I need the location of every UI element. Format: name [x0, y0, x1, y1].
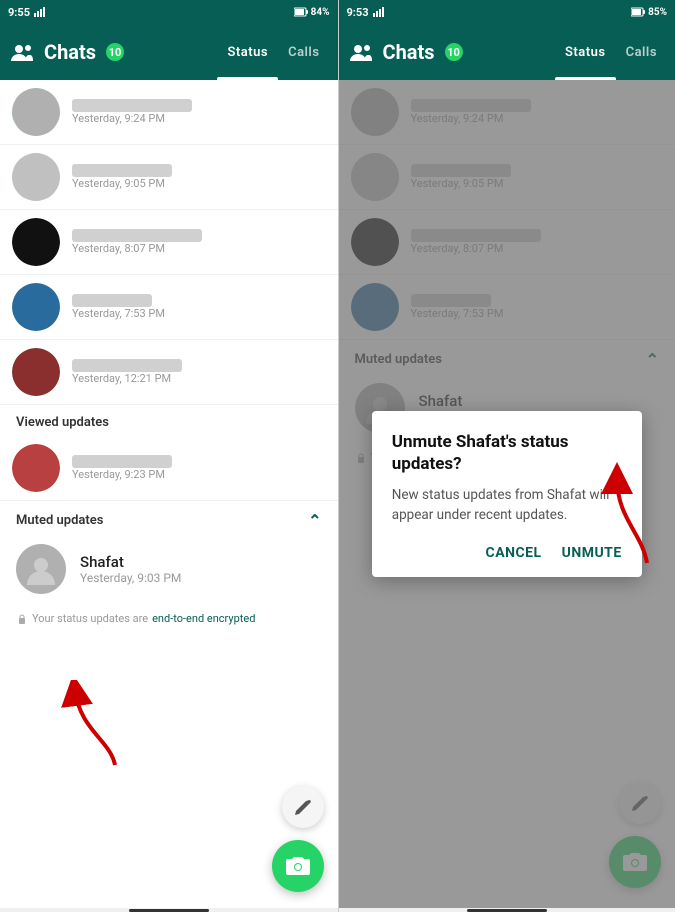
time-right: 9:53 [347, 6, 369, 19]
left-fab-container [272, 786, 324, 892]
avatar [12, 444, 60, 492]
contacts-icon-left[interactable] [8, 38, 36, 66]
avatar [12, 88, 60, 136]
pencil-fab[interactable] [282, 786, 324, 828]
dialog-body: New status updates from Shafat will appe… [392, 485, 622, 526]
list-item[interactable]: Yesterday, 9:23 PM [0, 436, 338, 501]
chevron-up-icon[interactable]: ⌃ [308, 511, 321, 530]
left-tab-status[interactable]: Status [217, 24, 278, 80]
signal-icon-left [34, 7, 46, 17]
status-bar-right-right: 85% [631, 7, 667, 18]
chat-time: Yesterday, 9:05 PM [72, 177, 326, 190]
chat-time: Yesterday, 9:23 PM [72, 468, 326, 481]
unmute-dialog: Unmute Shafat's status updates? New stat… [372, 411, 642, 578]
battery-pct-left: 84% [311, 7, 330, 18]
viewed-updates-header: Viewed updates [0, 405, 338, 436]
left-tab-calls[interactable]: Calls [278, 24, 329, 80]
chat-time: Yesterday, 7:53 PM [72, 307, 326, 320]
nav-bar-indicator-right [467, 909, 547, 912]
chat-time: Yesterday, 8:07 PM [72, 242, 326, 255]
battery-icon-left [294, 7, 308, 17]
chat-name-bar [72, 99, 192, 112]
left-app-tabs: Status Calls [217, 24, 329, 80]
footer-text: Your status updates are [32, 612, 148, 625]
muted-name: Shafat [80, 553, 322, 571]
muted-time: Yesterday, 9:03 PM [80, 571, 322, 585]
left-chats-badge: 10 [106, 43, 124, 61]
avatar [12, 348, 60, 396]
left-panel: 9:55 84% Chats 10 Status Calls Yesterday… [0, 0, 338, 912]
unmute-button[interactable]: Unmute [562, 541, 622, 565]
right-app-bar: Chats 10 Status Calls [339, 24, 675, 80]
right-chats-badge: 10 [445, 43, 463, 61]
list-item[interactable]: Yesterday, 7:53 PM [0, 275, 338, 340]
right-panel: 9:53 85% Chats 10 Status Calls Yesterday… [338, 0, 675, 912]
muted-updates-header[interactable]: Muted updates ⌃ [0, 501, 338, 536]
muted-updates-label: Muted updates [16, 513, 103, 528]
right-nav-line [339, 908, 675, 912]
right-app-title: Chats [383, 40, 435, 64]
lock-icon [16, 613, 28, 625]
status-bar-left: 9:55 [8, 6, 46, 19]
chat-name-bar [72, 455, 172, 468]
time-left: 9:55 [8, 6, 30, 19]
right-status-bar: 9:53 85% [339, 0, 675, 24]
status-bar-left-right: 9:53 [347, 6, 385, 19]
chat-time: Yesterday, 9:24 PM [72, 112, 326, 125]
list-item[interactable]: Yesterday, 12:21 PM [0, 340, 338, 405]
dialog-actions: Cancel Unmute [392, 541, 622, 565]
viewed-updates-label: Viewed updates [16, 415, 109, 430]
avatar [12, 153, 60, 201]
chat-name-bar [72, 164, 172, 177]
dialog-overlay: Unmute Shafat's status updates? New stat… [339, 80, 675, 908]
list-item[interactable]: Yesterday, 9:24 PM [0, 80, 338, 145]
contacts-icon-right[interactable] [347, 38, 375, 66]
footer-link[interactable]: end-to-end encrypted [152, 612, 255, 625]
nav-bar-indicator [129, 909, 209, 912]
chat-name-bar [72, 359, 182, 372]
right-content: Yesterday, 9:24 PM Yesterday, 9:05 PM Ye… [339, 80, 675, 908]
avatar [12, 218, 60, 266]
left-content: Yesterday, 9:24 PM Yesterday, 9:05 PM Ye… [0, 80, 338, 908]
battery-icon-right [631, 7, 645, 17]
muted-list-item[interactable]: Shafat Yesterday, 9:03 PM [0, 536, 338, 602]
left-app-title: Chats [44, 40, 96, 64]
list-item[interactable]: Yesterday, 9:05 PM [0, 145, 338, 210]
list-item[interactable]: Yesterday, 8:07 PM [0, 210, 338, 275]
camera-fab[interactable] [272, 840, 324, 892]
signal-icon-right [373, 7, 385, 17]
chat-name-bar [72, 229, 202, 242]
chat-time: Yesterday, 12:21 PM [72, 372, 326, 385]
cancel-button[interactable]: Cancel [486, 541, 542, 565]
chat-name-bar [72, 294, 152, 307]
battery-pct-right: 85% [648, 7, 667, 18]
muted-avatar [16, 544, 66, 594]
status-bar-right-left: 84% [294, 7, 330, 18]
avatar [12, 283, 60, 331]
footer: Your status updates are end-to-end encry… [0, 602, 338, 639]
left-status-bar: 9:55 84% [0, 0, 338, 24]
right-app-tabs: Status Calls [555, 24, 667, 80]
right-tab-status[interactable]: Status [555, 24, 616, 80]
right-tab-calls[interactable]: Calls [616, 24, 667, 80]
left-nav-line [0, 908, 338, 912]
left-app-bar: Chats 10 Status Calls [0, 24, 338, 80]
dialog-title: Unmute Shafat's status updates? [392, 431, 622, 475]
